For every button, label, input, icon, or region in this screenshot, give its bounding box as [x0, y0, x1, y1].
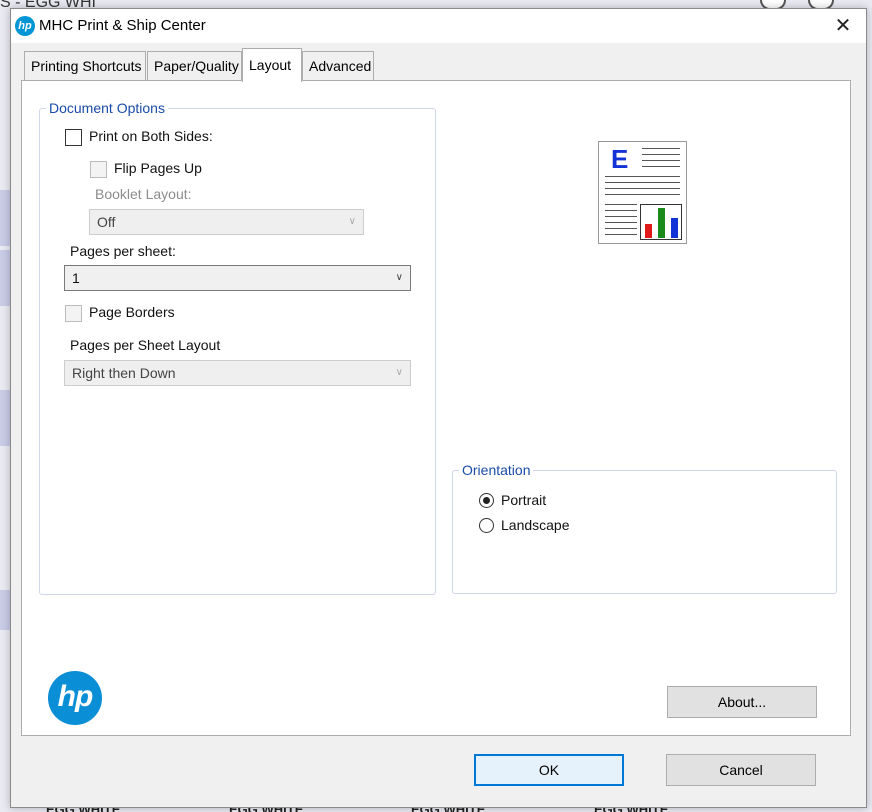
landscape-label: Landscape — [501, 517, 570, 533]
pages-per-sheet-value: 1 — [72, 270, 80, 286]
print-properties-dialog: hp MHC Print & Ship Center ✕ Printing Sh… — [10, 8, 867, 808]
booklet-layout-select[interactable]: Off ∨ — [89, 209, 364, 235]
pages-per-sheet-layout-label: Pages per Sheet Layout — [70, 337, 221, 353]
page-layout-preview: E — [598, 141, 687, 244]
close-icon: ✕ — [834, 15, 852, 37]
preview-text-line — [605, 228, 637, 229]
chevron-down-icon: ∨ — [395, 272, 403, 283]
document-options-legend: Document Options — [46, 99, 168, 117]
background-row-highlight — [0, 250, 10, 306]
preview-text-line — [605, 194, 680, 195]
preview-red-bar — [645, 224, 652, 238]
tab-printing-shortcuts[interactable]: Printing Shortcuts — [24, 51, 146, 81]
chevron-down-icon: ∨ — [348, 216, 356, 227]
orientation-legend: Orientation — [459, 461, 534, 479]
flip-pages-up-label: Flip Pages Up — [114, 160, 202, 176]
page-borders-checkbox[interactable] — [65, 305, 82, 322]
chevron-down-icon: ∨ — [395, 367, 403, 378]
tab-layout[interactable]: Layout — [242, 48, 302, 82]
preview-blue-bar — [671, 218, 678, 238]
preview-text-line — [642, 148, 680, 149]
ok-button[interactable]: OK — [474, 754, 624, 786]
portrait-label: Portrait — [501, 492, 547, 508]
hp-app-icon: hp — [15, 16, 35, 36]
booklet-layout-value: Off — [97, 214, 116, 230]
pages-per-sheet-layout-value: Right then Down — [72, 365, 176, 381]
page-borders-label: Page Borders — [89, 304, 175, 320]
portrait-radio[interactable] — [479, 493, 494, 508]
pages-per-sheet-layout-select[interactable]: Right then Down ∨ — [64, 360, 411, 386]
orientation-group: Orientation Portrait Landscape — [452, 461, 837, 594]
preview-text-line — [642, 154, 680, 155]
preview-text-line — [605, 210, 637, 211]
flip-pages-up-checkbox[interactable] — [90, 161, 107, 178]
tab-paper-quality[interactable]: Paper/Quality — [147, 51, 242, 81]
landscape-radio[interactable] — [479, 518, 494, 533]
tab-advanced[interactable]: Advanced — [302, 51, 374, 81]
preview-green-bar — [658, 208, 665, 238]
layout-tab-panel: Document Options Print on Both Sides: Fl… — [21, 80, 851, 736]
background-row-highlight — [0, 390, 10, 446]
background-row-highlight — [0, 190, 10, 246]
preview-text-line — [605, 216, 637, 217]
preview-text-line — [605, 234, 637, 235]
pages-per-sheet-select[interactable]: 1 ∨ — [64, 265, 411, 291]
preview-bar-chart-icon — [640, 204, 682, 240]
preview-text-line — [605, 188, 680, 189]
close-button[interactable]: ✕ — [820, 9, 866, 43]
dialog-title: MHC Print & Ship Center — [39, 17, 206, 34]
document-options-group: Document Options Print on Both Sides: Fl… — [39, 99, 436, 595]
hp-logo: hp — [48, 671, 102, 725]
preview-text-line — [642, 166, 680, 167]
preview-text-line — [642, 160, 680, 161]
background-row-highlight — [0, 590, 10, 630]
cancel-button[interactable]: Cancel — [666, 754, 816, 786]
pages-per-sheet-label: Pages per sheet: — [70, 243, 176, 259]
print-both-sides-checkbox[interactable] — [65, 129, 82, 146]
preview-text-line — [605, 204, 637, 205]
booklet-layout-label: Booklet Layout: — [95, 186, 192, 202]
preview-letter-e-icon: E — [611, 144, 629, 174]
preview-text-line — [605, 222, 637, 223]
preview-text-line — [605, 176, 680, 177]
preview-text-line — [605, 182, 680, 183]
title-bar[interactable]: hp MHC Print & Ship Center ✕ — [11, 9, 866, 43]
about-button[interactable]: About... — [667, 686, 817, 718]
print-both-sides-label: Print on Both Sides: — [89, 128, 213, 144]
